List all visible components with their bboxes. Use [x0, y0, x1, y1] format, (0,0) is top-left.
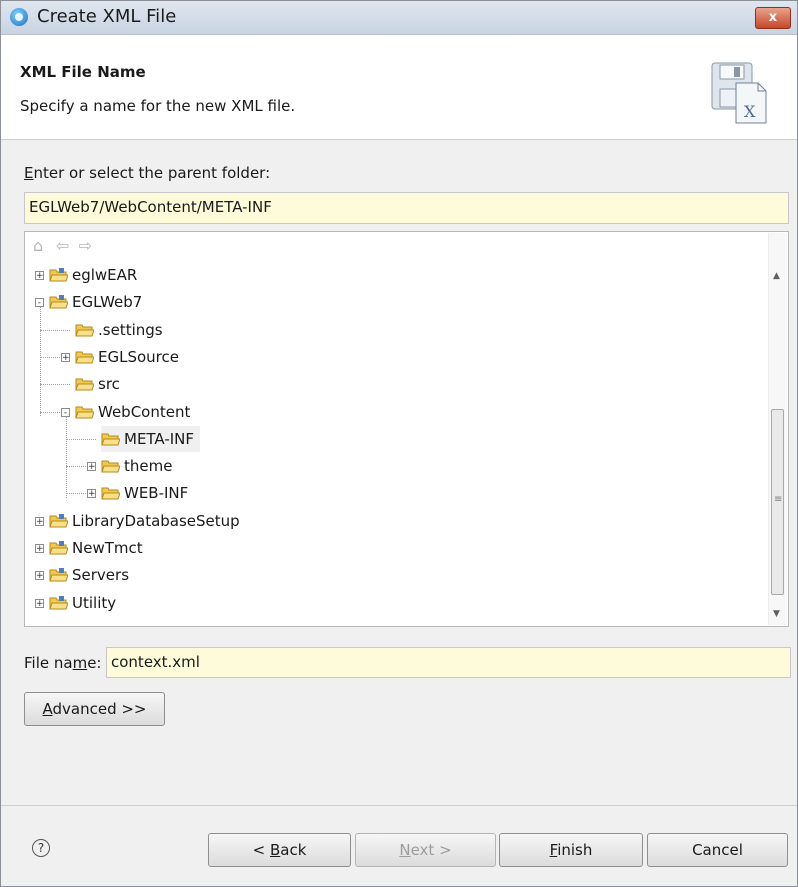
tree-item-label: NewTmct — [72, 539, 143, 557]
app-icon — [10, 8, 28, 26]
tree-connector — [40, 384, 70, 386]
cancel-button[interactable]: Cancel — [647, 833, 788, 867]
title-bar[interactable]: Create XML File x — [1, 1, 797, 35]
scrollbar-thumb[interactable]: ≡ — [771, 409, 784, 595]
close-button[interactable]: x — [755, 7, 791, 29]
tree-item-label: WEB-INF — [124, 484, 189, 503]
tree-navigation: ⌂ ⇦ ⇨ — [33, 236, 97, 258]
expand-icon[interactable]: + — [61, 352, 70, 362]
tree-item[interactable]: eglwEAR — [49, 262, 143, 288]
folder-icon — [75, 324, 95, 337]
tree-item-label: META-INF — [124, 429, 195, 448]
folder-icon — [75, 406, 95, 418]
folder-icon — [75, 378, 95, 391]
expand-icon[interactable]: + — [35, 598, 44, 608]
file-name-label: File name: — [24, 654, 102, 672]
home-icon[interactable]: ⌂ — [33, 236, 51, 255]
tree-item-label: LibraryDatabaseSetup — [72, 511, 240, 530]
expand-icon[interactable]: + — [87, 462, 96, 472]
expand-icon[interactable]: + — [35, 571, 44, 581]
page-description: Specify a name for the new XML file. — [20, 97, 296, 115]
tree-item[interactable]: NewTmct — [49, 535, 149, 561]
expand-icon[interactable]: + — [35, 544, 44, 554]
wizard-header: XML File Name Specify a name for the new… — [1, 35, 797, 140]
tree-item-label: Utility — [72, 593, 117, 612]
tree-item-label: theme — [124, 457, 173, 476]
project-folder-icon — [49, 268, 69, 282]
tree-connector — [40, 329, 70, 331]
project-folder-icon — [49, 513, 69, 528]
back-button[interactable]: < Back — [208, 833, 351, 867]
folder-icon — [101, 460, 121, 473]
folder-icon — [75, 351, 95, 364]
next-button[interactable]: Next > — [355, 833, 496, 867]
tree-connector — [40, 307, 41, 417]
tree-item[interactable]: EGLWeb7 — [49, 289, 148, 315]
tree-item[interactable]: Utility — [49, 590, 122, 616]
tree-item-label: EGLSource — [98, 347, 179, 366]
tree-item[interactable]: WebContent — [75, 399, 196, 425]
parent-folder-label: Enter or select the parent folder: — [24, 164, 271, 182]
svg-text:X: X — [744, 102, 756, 121]
tree-scrollbar[interactable]: ▲ ≡ ▼ — [768, 233, 787, 625]
window-title: Create XML File — [37, 6, 177, 27]
project-folder-icon — [49, 595, 69, 610]
tree-item-label: Servers — [72, 566, 130, 585]
help-icon[interactable]: ? — [32, 839, 50, 857]
back-arrow-icon[interactable]: ⇦ — [56, 236, 74, 255]
finish-button[interactable]: Finish — [499, 833, 643, 867]
tree-item[interactable]: src — [75, 371, 126, 397]
tree-connector — [66, 416, 67, 499]
forward-arrow-icon[interactable]: ⇨ — [79, 236, 97, 255]
folder-icon — [101, 487, 121, 500]
tree-connector — [66, 438, 96, 440]
tree-item-label: eglwEAR — [72, 266, 138, 284]
collapse-icon[interactable]: - — [35, 298, 44, 308]
expand-icon[interactable]: + — [87, 489, 96, 499]
tree-item[interactable]: .settings — [75, 317, 169, 343]
tree-item-label: .settings — [98, 320, 163, 339]
folder-icon — [101, 433, 121, 446]
file-name-input[interactable]: context.xml — [106, 647, 791, 678]
tree-item[interactable]: EGLSource — [75, 344, 185, 370]
create-xml-file-dialog: Create XML File x XML File Name Specify … — [0, 0, 798, 887]
expand-icon[interactable]: + — [35, 271, 44, 281]
button-bar-separator — [1, 805, 797, 806]
scroll-up-arrow-icon[interactable]: ▲ — [773, 271, 780, 281]
project-folder-icon — [49, 568, 69, 582]
project-folder-icon — [49, 295, 69, 309]
page-title: XML File Name — [20, 63, 146, 81]
grip-icon: ≡ — [774, 494, 783, 505]
tree-item[interactable]: LibraryDatabaseSetup — [49, 508, 246, 534]
advanced-button[interactable]: Advanced >> — [24, 692, 165, 726]
tree-item-label: EGLWeb7 — [72, 293, 143, 312]
tree-item-label: WebContent — [98, 402, 191, 421]
xml-file-banner-icon: X — [711, 62, 767, 124]
tree-item[interactable]: Servers — [49, 562, 135, 588]
collapse-icon[interactable]: - — [61, 407, 70, 417]
parent-folder-input[interactable]: EGLWeb7/WebContent/META-INF — [24, 192, 789, 224]
scroll-down-arrow-icon[interactable]: ▼ — [773, 609, 780, 619]
expand-icon[interactable]: + — [35, 516, 44, 526]
tree-item[interactable]: WEB-INF — [101, 480, 194, 506]
tree-item[interactable]: theme — [101, 453, 178, 479]
tree-item-label: src — [98, 375, 120, 394]
tree-item[interactable]: META-INF — [101, 425, 201, 452]
folder-tree[interactable]: ⌂ ⇦ ⇨ + eglwEAR - EGLWeb7 .settings + EGLSourc… — [24, 231, 789, 627]
project-folder-icon — [49, 541, 69, 555]
